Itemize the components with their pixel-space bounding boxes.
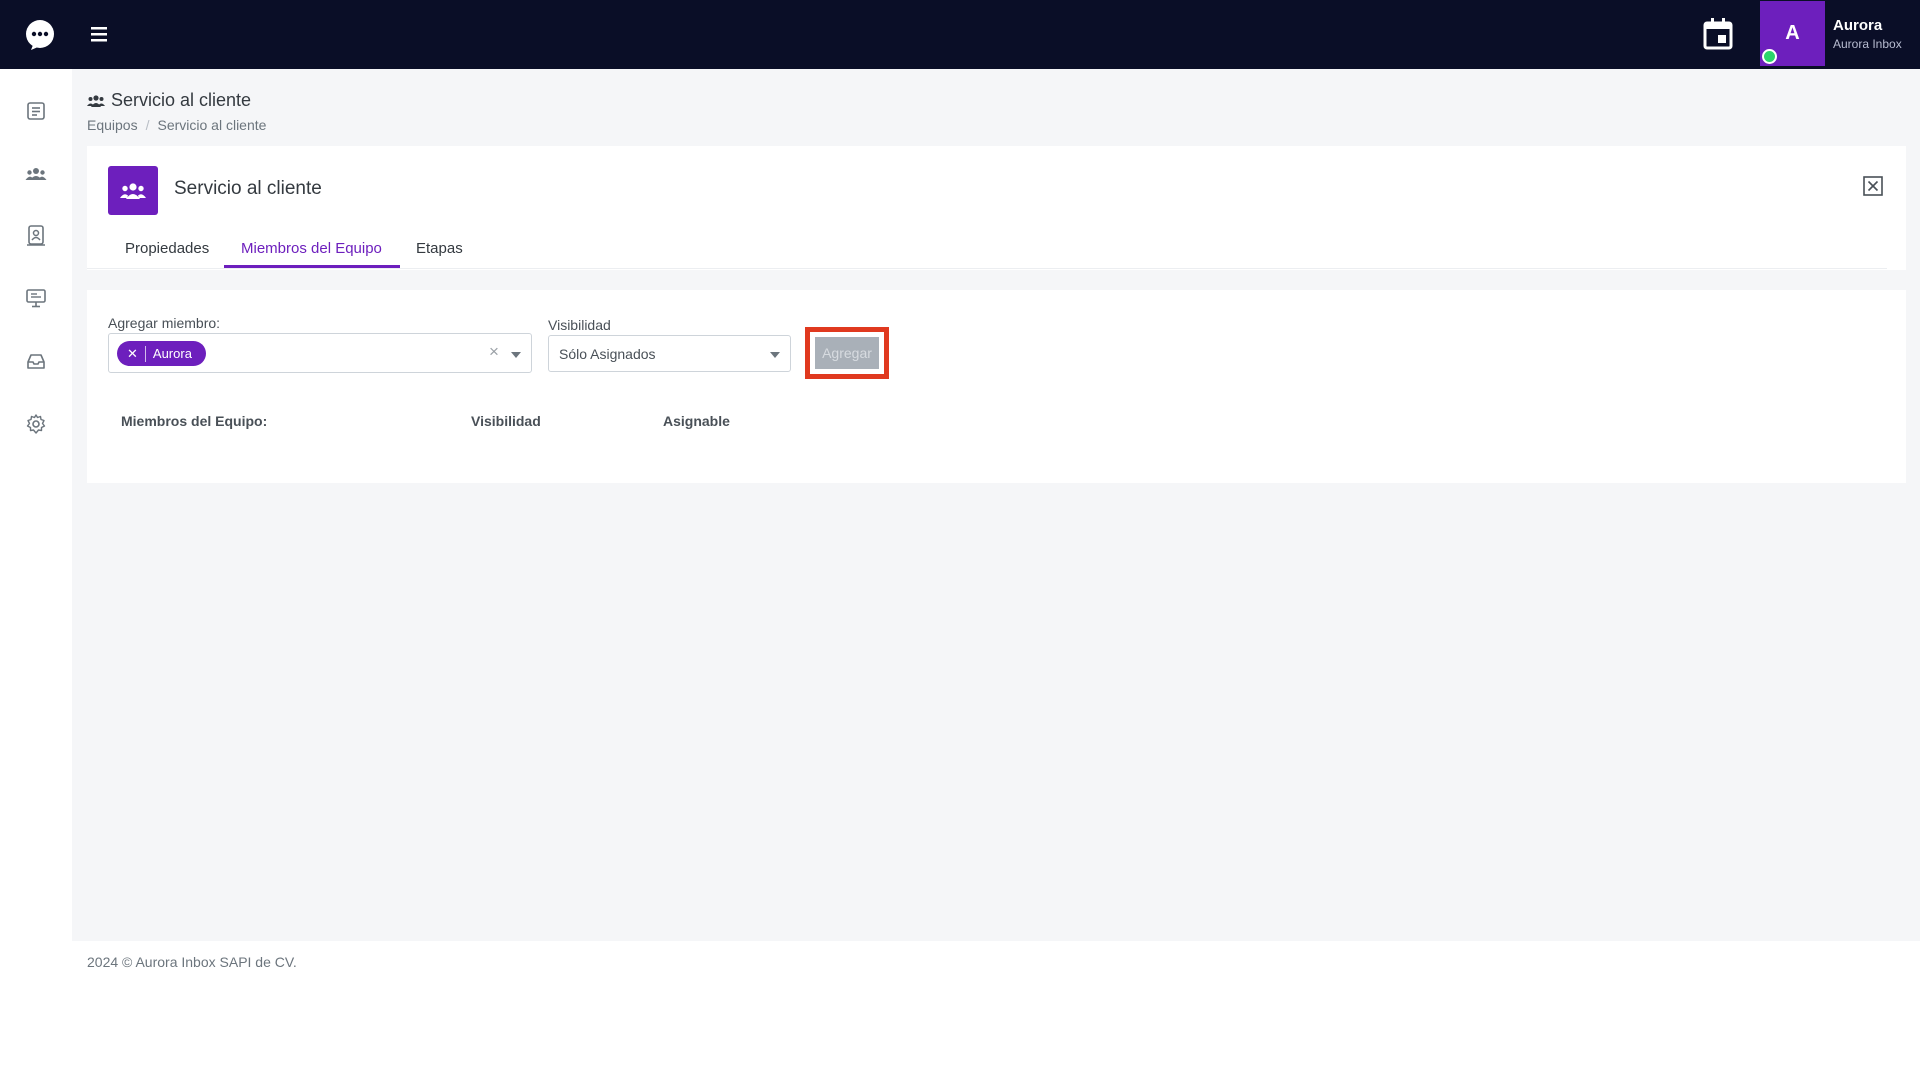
tab-divider	[87, 268, 1887, 269]
tab-propiedades[interactable]: Propiedades	[125, 240, 209, 257]
menu-icon[interactable]	[88, 22, 110, 46]
tab-etapas[interactable]: Etapas	[416, 240, 463, 257]
clear-selection-icon[interactable]: ×	[489, 342, 499, 362]
document-list-icon[interactable]	[25, 100, 47, 122]
contact-card-icon[interactable]	[25, 224, 47, 246]
members-card	[87, 290, 1906, 483]
add-member-button[interactable]: Agregar	[815, 337, 879, 369]
team-users-icon	[120, 182, 146, 199]
column-header-assignable: Asignable	[663, 413, 730, 429]
breadcrumb-separator: /	[145, 117, 150, 133]
breadcrumb-equipos[interactable]: Equipos	[87, 117, 138, 133]
add-member-select[interactable]: ✕ Aurora ×	[108, 333, 532, 373]
calendar-icon[interactable]	[1702, 17, 1734, 51]
chevron-down-icon[interactable]	[511, 352, 521, 358]
team-name: Servicio al cliente	[174, 178, 322, 199]
visibility-label: Visibilidad	[548, 317, 611, 333]
top-bar	[0, 0, 1920, 69]
visibility-select[interactable]: Sólo Asignados	[548, 335, 791, 372]
users-icon[interactable]	[25, 163, 47, 185]
remove-chip-icon[interactable]: ✕	[127, 346, 138, 362]
monitor-icon[interactable]	[25, 287, 47, 309]
tab-miembros-del-equipo[interactable]: Miembros del Equipo	[241, 240, 382, 257]
sidebar	[0, 69, 72, 941]
selected-member-name: Aurora	[152, 346, 192, 361]
online-status-indicator	[1762, 49, 1777, 64]
breadcrumb: Equipos / Servicio al cliente	[87, 117, 266, 133]
close-icon[interactable]	[1863, 176, 1883, 196]
user-company: Aurora Inbox	[1833, 37, 1902, 51]
footer-copyright: 2024 © Aurora Inbox SAPI de CV.	[87, 954, 297, 970]
breadcrumb-current: Servicio al cliente	[157, 117, 267, 133]
gear-icon[interactable]	[25, 413, 47, 435]
team-icon	[87, 94, 105, 107]
page-title: Servicio al cliente	[87, 90, 251, 111]
team-badge	[108, 166, 158, 215]
visibility-value: Sólo Asignados	[559, 346, 656, 362]
column-header-members: Miembros del Equipo:	[121, 413, 268, 429]
chat-logo-icon[interactable]	[24, 19, 56, 51]
chevron-down-icon[interactable]	[770, 352, 780, 358]
user-name[interactable]: Aurora	[1833, 17, 1882, 34]
selected-member-chip: ✕ Aurora	[117, 341, 206, 366]
inbox-tray-icon[interactable]	[25, 350, 47, 372]
chip-divider	[144, 345, 146, 362]
column-header-visibility: Visibilidad	[471, 413, 541, 429]
add-member-label: Agregar miembro:	[108, 315, 221, 331]
page-title-text: Servicio al cliente	[111, 90, 252, 110]
